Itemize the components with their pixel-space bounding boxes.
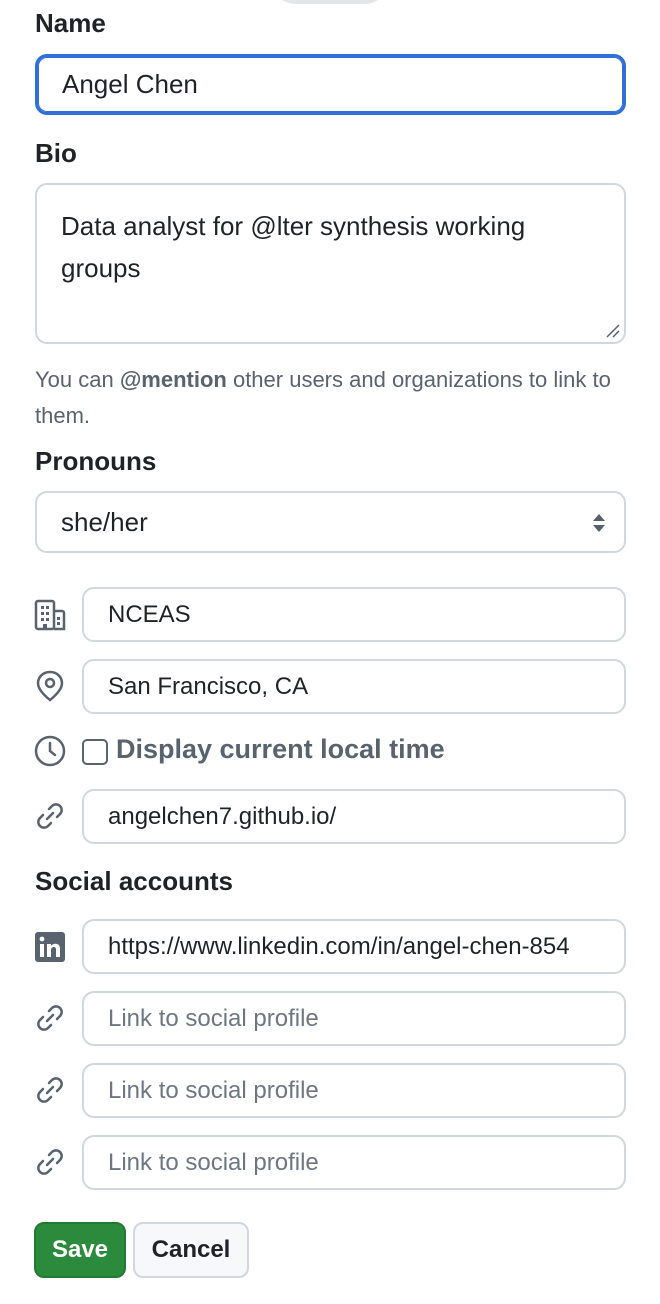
linkedin-icon bbox=[32, 929, 68, 965]
link-icon bbox=[32, 1000, 68, 1036]
social-link-placeholder: Link to social profile bbox=[108, 1004, 319, 1032]
link-icon bbox=[32, 1072, 68, 1108]
website-input-value: angelchen7.github.io/ bbox=[108, 802, 337, 830]
select-arrows-icon bbox=[593, 514, 605, 532]
name-label: Name bbox=[35, 8, 106, 38]
bio-help-text: You can @mention other users and organiz… bbox=[35, 367, 611, 428]
bio-label: Bio bbox=[35, 138, 77, 168]
location-input-value: San Francisco, CA bbox=[108, 672, 309, 700]
mention-hint: @mention bbox=[119, 367, 227, 392]
company-input[interactable]: NCEAS bbox=[82, 587, 626, 642]
resize-grip-icon[interactable] bbox=[604, 322, 620, 338]
social-link-input-2[interactable]: Link to social profile bbox=[82, 1063, 626, 1118]
social-link-input-3[interactable]: Link to social profile bbox=[82, 1135, 626, 1190]
social-link-placeholder: Link to social profile bbox=[108, 1148, 319, 1176]
bio-textarea-value: Data analyst for @lter synthesis working… bbox=[61, 211, 526, 283]
social-accounts-label: Social accounts bbox=[35, 866, 233, 896]
local-time-label[interactable]: Display current local time bbox=[116, 734, 445, 765]
local-time-checkbox[interactable] bbox=[82, 739, 108, 765]
website-input[interactable]: angelchen7.github.io/ bbox=[82, 789, 626, 844]
save-button[interactable]: Save bbox=[34, 1222, 126, 1278]
clock-icon bbox=[32, 733, 68, 769]
company-input-value: NCEAS bbox=[108, 600, 191, 628]
link-icon bbox=[32, 798, 68, 834]
public-profile-form: Name Angel Chen Bio Data analyst for @lt… bbox=[0, 0, 660, 1304]
link-icon bbox=[32, 1144, 68, 1180]
social-linkedin-input[interactable]: https://www.linkedin.com/in/angel-chen-8… bbox=[82, 919, 626, 974]
social-link-placeholder: Link to social profile bbox=[108, 1076, 319, 1104]
pronouns-selected-value: she/her bbox=[61, 506, 148, 537]
social-linkedin-value: https://www.linkedin.com/in/angel-chen-8… bbox=[108, 932, 570, 960]
bio-textarea[interactable]: Data analyst for @lter synthesis working… bbox=[35, 183, 626, 344]
social-link-input-1[interactable]: Link to social profile bbox=[82, 991, 626, 1046]
name-input[interactable]: Angel Chen bbox=[35, 54, 626, 115]
name-input-value: Angel Chen bbox=[62, 69, 198, 99]
pronouns-select[interactable]: she/her bbox=[35, 491, 626, 553]
location-icon bbox=[32, 668, 68, 704]
avatar-edge bbox=[270, 0, 390, 4]
pronouns-label: Pronouns bbox=[35, 446, 157, 476]
cancel-button[interactable]: Cancel bbox=[133, 1222, 249, 1278]
location-input[interactable]: San Francisco, CA bbox=[82, 659, 626, 714]
organization-icon bbox=[32, 597, 68, 633]
